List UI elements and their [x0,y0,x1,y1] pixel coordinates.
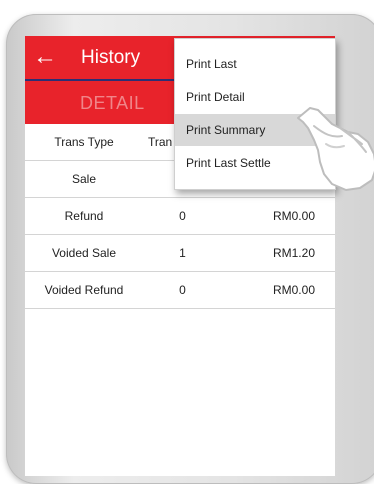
page-title: History [81,47,141,68]
table-row[interactable]: Voided Refund 0 RM0.00 [25,272,335,309]
row-count: 0 [179,283,186,297]
table-row[interactable]: Refund 0 RM0.00 [25,198,335,235]
tab-detail[interactable]: DETAIL [80,92,145,114]
row-type: Sale [71,172,97,186]
row-amount: RM1.20 [272,246,315,260]
back-button[interactable]: ← [33,43,57,70]
row-count: 0 [179,209,186,223]
row-type: Refund [64,209,104,223]
row-amount: RM0.00 [272,283,315,297]
row-type: Voided Sale [51,246,117,260]
row-type: Voided Refund [44,283,124,297]
header-trans-type: Trans Type [54,135,114,149]
row-amount: RM0.00 [272,209,315,223]
pointing-hand-icon [297,107,374,191]
table-row[interactable]: Voided Sale 1 RM1.20 [25,235,335,272]
arrow-left-icon: ← [33,43,57,70]
row-count: 1 [179,246,186,260]
menu-item-print-last[interactable]: Print Last [175,48,335,80]
